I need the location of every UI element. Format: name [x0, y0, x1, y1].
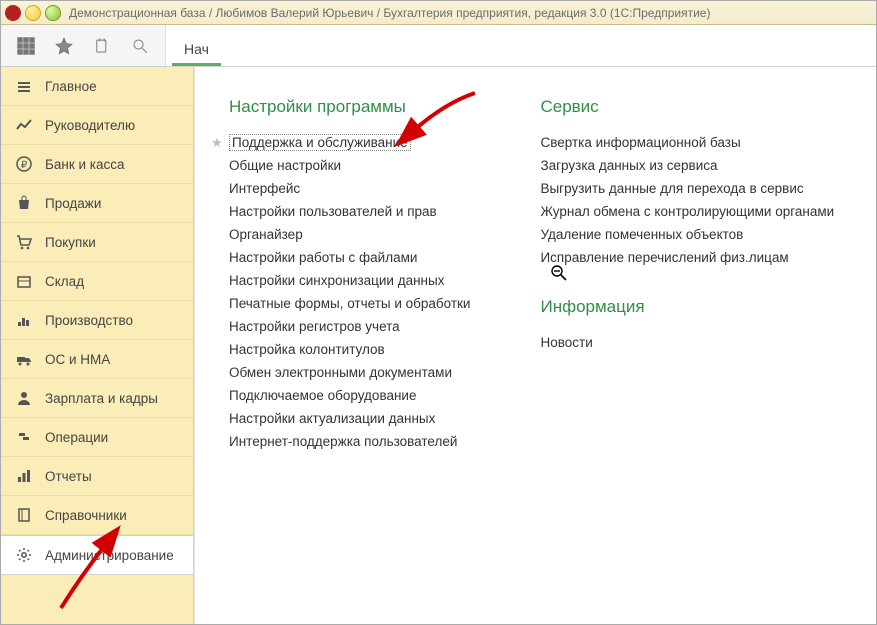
link-print-forms[interactable]: Печатные формы, отчеты и обработки	[229, 292, 470, 315]
settings-column: Настройки программы Поддержка и обслужив…	[229, 97, 470, 614]
window-button-2[interactable]	[45, 5, 61, 21]
sidebar-item-label: Главное	[45, 79, 97, 94]
apps-icon[interactable]	[11, 31, 41, 61]
history-icon[interactable]	[87, 31, 117, 61]
info-link-list: Новости	[540, 331, 834, 354]
box-icon	[15, 272, 33, 290]
sidebar-item-label: Склад	[45, 274, 84, 289]
app-logo-icon	[5, 5, 21, 21]
link-users-rights[interactable]: Настройки пользователей и прав	[229, 200, 470, 223]
zoom-cursor-icon	[551, 265, 567, 281]
tab-start[interactable]: Нач	[172, 33, 221, 66]
gear-icon	[15, 546, 33, 564]
window-title: Демонстрационная база / Любимов Валерий …	[69, 6, 710, 20]
top-toolbar: Нач	[1, 25, 876, 67]
truck-icon	[15, 350, 33, 368]
link-registers[interactable]: Настройки регистров учета	[229, 315, 470, 338]
service-header: Сервис	[540, 97, 834, 117]
link-load-data[interactable]: Загрузка данных из сервиса	[540, 154, 834, 177]
sidebar-item-main[interactable]: Главное	[1, 67, 193, 106]
sidebar-item-label: Справочники	[45, 508, 127, 523]
sidebar-item-label: Продажи	[45, 196, 101, 211]
sidebar-item-label: Руководителю	[45, 118, 135, 133]
book-icon	[15, 506, 33, 524]
sidebar-item-bank[interactable]: ₽ Банк и касса	[1, 145, 193, 184]
link-db-compress[interactable]: Свертка информационной базы	[540, 131, 834, 154]
tab-strip: Нач	[165, 25, 876, 66]
link-news[interactable]: Новости	[540, 331, 834, 354]
sidebar-item-sales[interactable]: Продажи	[1, 184, 193, 223]
sidebar-item-label: Отчеты	[45, 469, 92, 484]
settings-header: Настройки программы	[229, 97, 470, 117]
sidebar-item-hr[interactable]: Зарплата и кадры	[1, 379, 193, 418]
link-support[interactable]: Поддержка и обслуживание	[229, 131, 470, 154]
link-exchange-log[interactable]: Журнал обмена с контролирующими органами	[540, 200, 834, 223]
sidebar: Главное Руководителю ₽ Банк и касса Прод…	[1, 67, 194, 624]
factory-icon	[15, 311, 33, 329]
ruble-icon: ₽	[15, 155, 33, 173]
trend-icon	[15, 116, 33, 134]
bag-icon	[15, 194, 33, 212]
settings-link-list: Поддержка и обслуживание Общие настройки…	[229, 131, 470, 453]
cart-icon	[15, 233, 33, 251]
sidebar-item-label: ОС и НМА	[45, 352, 110, 367]
ops-icon	[15, 428, 33, 446]
sidebar-item-directories[interactable]: Справочники	[1, 496, 193, 535]
star-icon[interactable]	[49, 31, 79, 61]
info-header: Информация	[540, 297, 834, 317]
window-button-1[interactable]	[25, 5, 41, 21]
sidebar-item-manager[interactable]: Руководителю	[1, 106, 193, 145]
link-files[interactable]: Настройки работы с файлами	[229, 246, 470, 269]
sidebar-item-label: Операции	[45, 430, 108, 445]
sidebar-item-label: Администрирование	[45, 548, 174, 563]
link-organizer[interactable]: Органайзер	[229, 223, 470, 246]
sidebar-item-label: Производство	[45, 313, 133, 328]
sidebar-item-purchases[interactable]: Покупки	[1, 223, 193, 262]
link-sync[interactable]: Настройки синхронизации данных	[229, 269, 470, 292]
toolbar-icon-group	[1, 25, 165, 66]
sidebar-item-stock[interactable]: Склад	[1, 262, 193, 301]
sidebar-item-operations[interactable]: Операции	[1, 418, 193, 457]
link-general[interactable]: Общие настройки	[229, 154, 470, 177]
sidebar-item-label: Зарплата и кадры	[45, 391, 158, 406]
link-actualization[interactable]: Настройки актуализации данных	[229, 407, 470, 430]
search-icon[interactable]	[125, 31, 155, 61]
sidebar-item-label: Покупки	[45, 235, 96, 250]
chart-icon	[15, 467, 33, 485]
link-headers-footers[interactable]: Настройка колонтитулов	[229, 338, 470, 361]
service-link-list: Свертка информационной базы Загрузка дан…	[540, 131, 834, 269]
right-column: Сервис Свертка информационной базы Загру…	[540, 97, 834, 614]
link-delete-marked[interactable]: Удаление помеченных объектов	[540, 223, 834, 246]
sidebar-item-label: Банк и касса	[45, 157, 125, 172]
sidebar-item-assets[interactable]: ОС и НМА	[1, 340, 193, 379]
content-panel: Настройки программы Поддержка и обслужив…	[194, 67, 876, 624]
home-icon	[15, 77, 33, 95]
link-export-data[interactable]: Выгрузить данные для перехода в сервис	[540, 177, 834, 200]
link-hardware[interactable]: Подключаемое оборудование	[229, 384, 470, 407]
sidebar-item-admin[interactable]: Администрирование	[1, 535, 193, 575]
svg-text:₽: ₽	[21, 160, 28, 171]
sidebar-item-reports[interactable]: Отчеты	[1, 457, 193, 496]
link-fix-transfers[interactable]: Исправление перечислений физ.лицам	[540, 246, 834, 269]
link-interface[interactable]: Интерфейс	[229, 177, 470, 200]
link-edocs[interactable]: Обмен электронными документами	[229, 361, 470, 384]
person-icon	[15, 389, 33, 407]
window-titlebar: Демонстрационная база / Любимов Валерий …	[1, 1, 876, 25]
link-internet-support[interactable]: Интернет-поддержка пользователей	[229, 430, 470, 453]
sidebar-item-production[interactable]: Производство	[1, 301, 193, 340]
